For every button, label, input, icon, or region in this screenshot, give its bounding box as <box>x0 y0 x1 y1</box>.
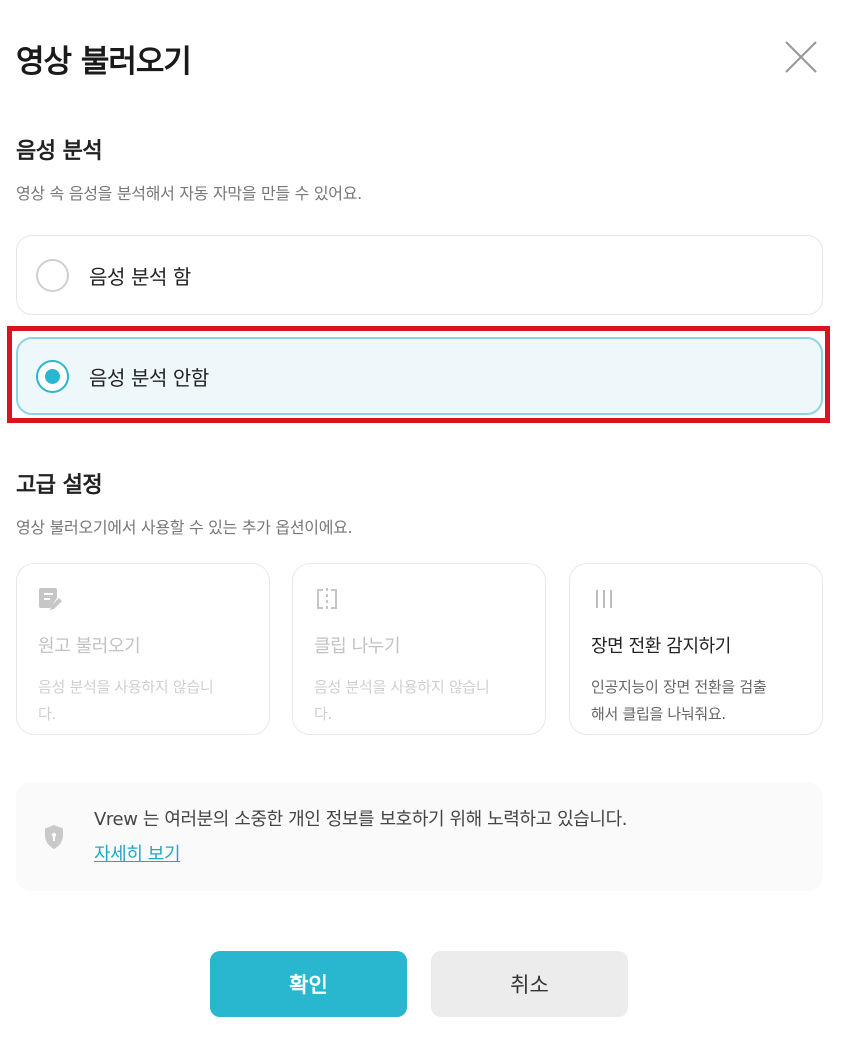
cancel-button[interactable]: 취소 <box>431 951 628 1017</box>
radio-option-no-analyze[interactable]: 음성 분석 안함 <box>16 337 823 415</box>
voice-analysis-description: 영상 속 음성을 분석해서 자동 자막을 만들 수 있어요. <box>16 184 362 203</box>
option-card-scene-detection[interactable]: 장면 전환 감지하기 인공지능이 장면 전환을 검출 해서 클립을 나눠줘요. <box>569 563 823 735</box>
card-description: 음성 분석을 사용하지 않습니 다. <box>38 674 249 728</box>
advanced-settings-description: 영상 불러오기에서 사용할 수 있는 추가 옵션이에요. <box>16 518 353 537</box>
card-title: 클립 나누기 <box>314 636 401 657</box>
card-title: 장면 전환 감지하기 <box>591 636 731 657</box>
dialog-title: 영상 불러오기 <box>16 44 192 80</box>
advanced-settings-heading: 고급 설정 <box>16 473 103 498</box>
card-description: 인공지능이 장면 전환을 검출 해서 클립을 나눠줘요. <box>591 674 802 728</box>
radio-button-unchecked[interactable] <box>36 258 69 292</box>
card-description-line: 다. <box>314 705 332 723</box>
privacy-notice-text: Vrew 는 여러분의 소중한 개인 정보를 보호하기 위해 노력하고 있습니다… <box>94 809 628 830</box>
scene-detect-icon <box>591 586 802 612</box>
card-description-line: 음성 분석을 사용하지 않습니 <box>38 678 214 696</box>
learn-more-link[interactable]: 자세히 보기 <box>94 840 181 866</box>
radio-button-checked[interactable] <box>36 359 69 393</box>
card-description-line: 음성 분석을 사용하지 않습니 <box>314 678 490 696</box>
card-description: 음성 분석을 사용하지 않습니 다. <box>314 674 525 728</box>
voice-analysis-heading: 음성 분석 <box>16 139 103 164</box>
radio-option-label: 음성 분석 함 <box>89 264 191 289</box>
card-description-line: 다. <box>38 705 56 723</box>
privacy-notice: Vrew 는 여러분의 소중한 개인 정보를 보호하기 위해 노력하고 있습니다… <box>16 783 823 891</box>
radio-option-analyze[interactable]: 음성 분석 함 <box>16 235 823 315</box>
script-edit-icon <box>38 586 249 612</box>
card-description-line: 인공지능이 장면 전환을 검출 <box>591 678 767 696</box>
close-icon[interactable] <box>782 38 820 76</box>
option-card-split-clips[interactable]: 클립 나누기 음성 분석을 사용하지 않습니 다. <box>292 563 546 735</box>
confirm-button[interactable]: 확인 <box>210 951 407 1017</box>
shield-icon <box>43 824 65 854</box>
option-card-import-script[interactable]: 원고 불러오기 음성 분석을 사용하지 않습니 다. <box>16 563 270 735</box>
card-description-line: 해서 클립을 나눠줘요. <box>591 705 726 723</box>
card-title: 원고 불러오기 <box>38 636 141 657</box>
radio-option-label: 음성 분석 안함 <box>89 365 209 390</box>
clip-split-icon <box>314 586 525 612</box>
